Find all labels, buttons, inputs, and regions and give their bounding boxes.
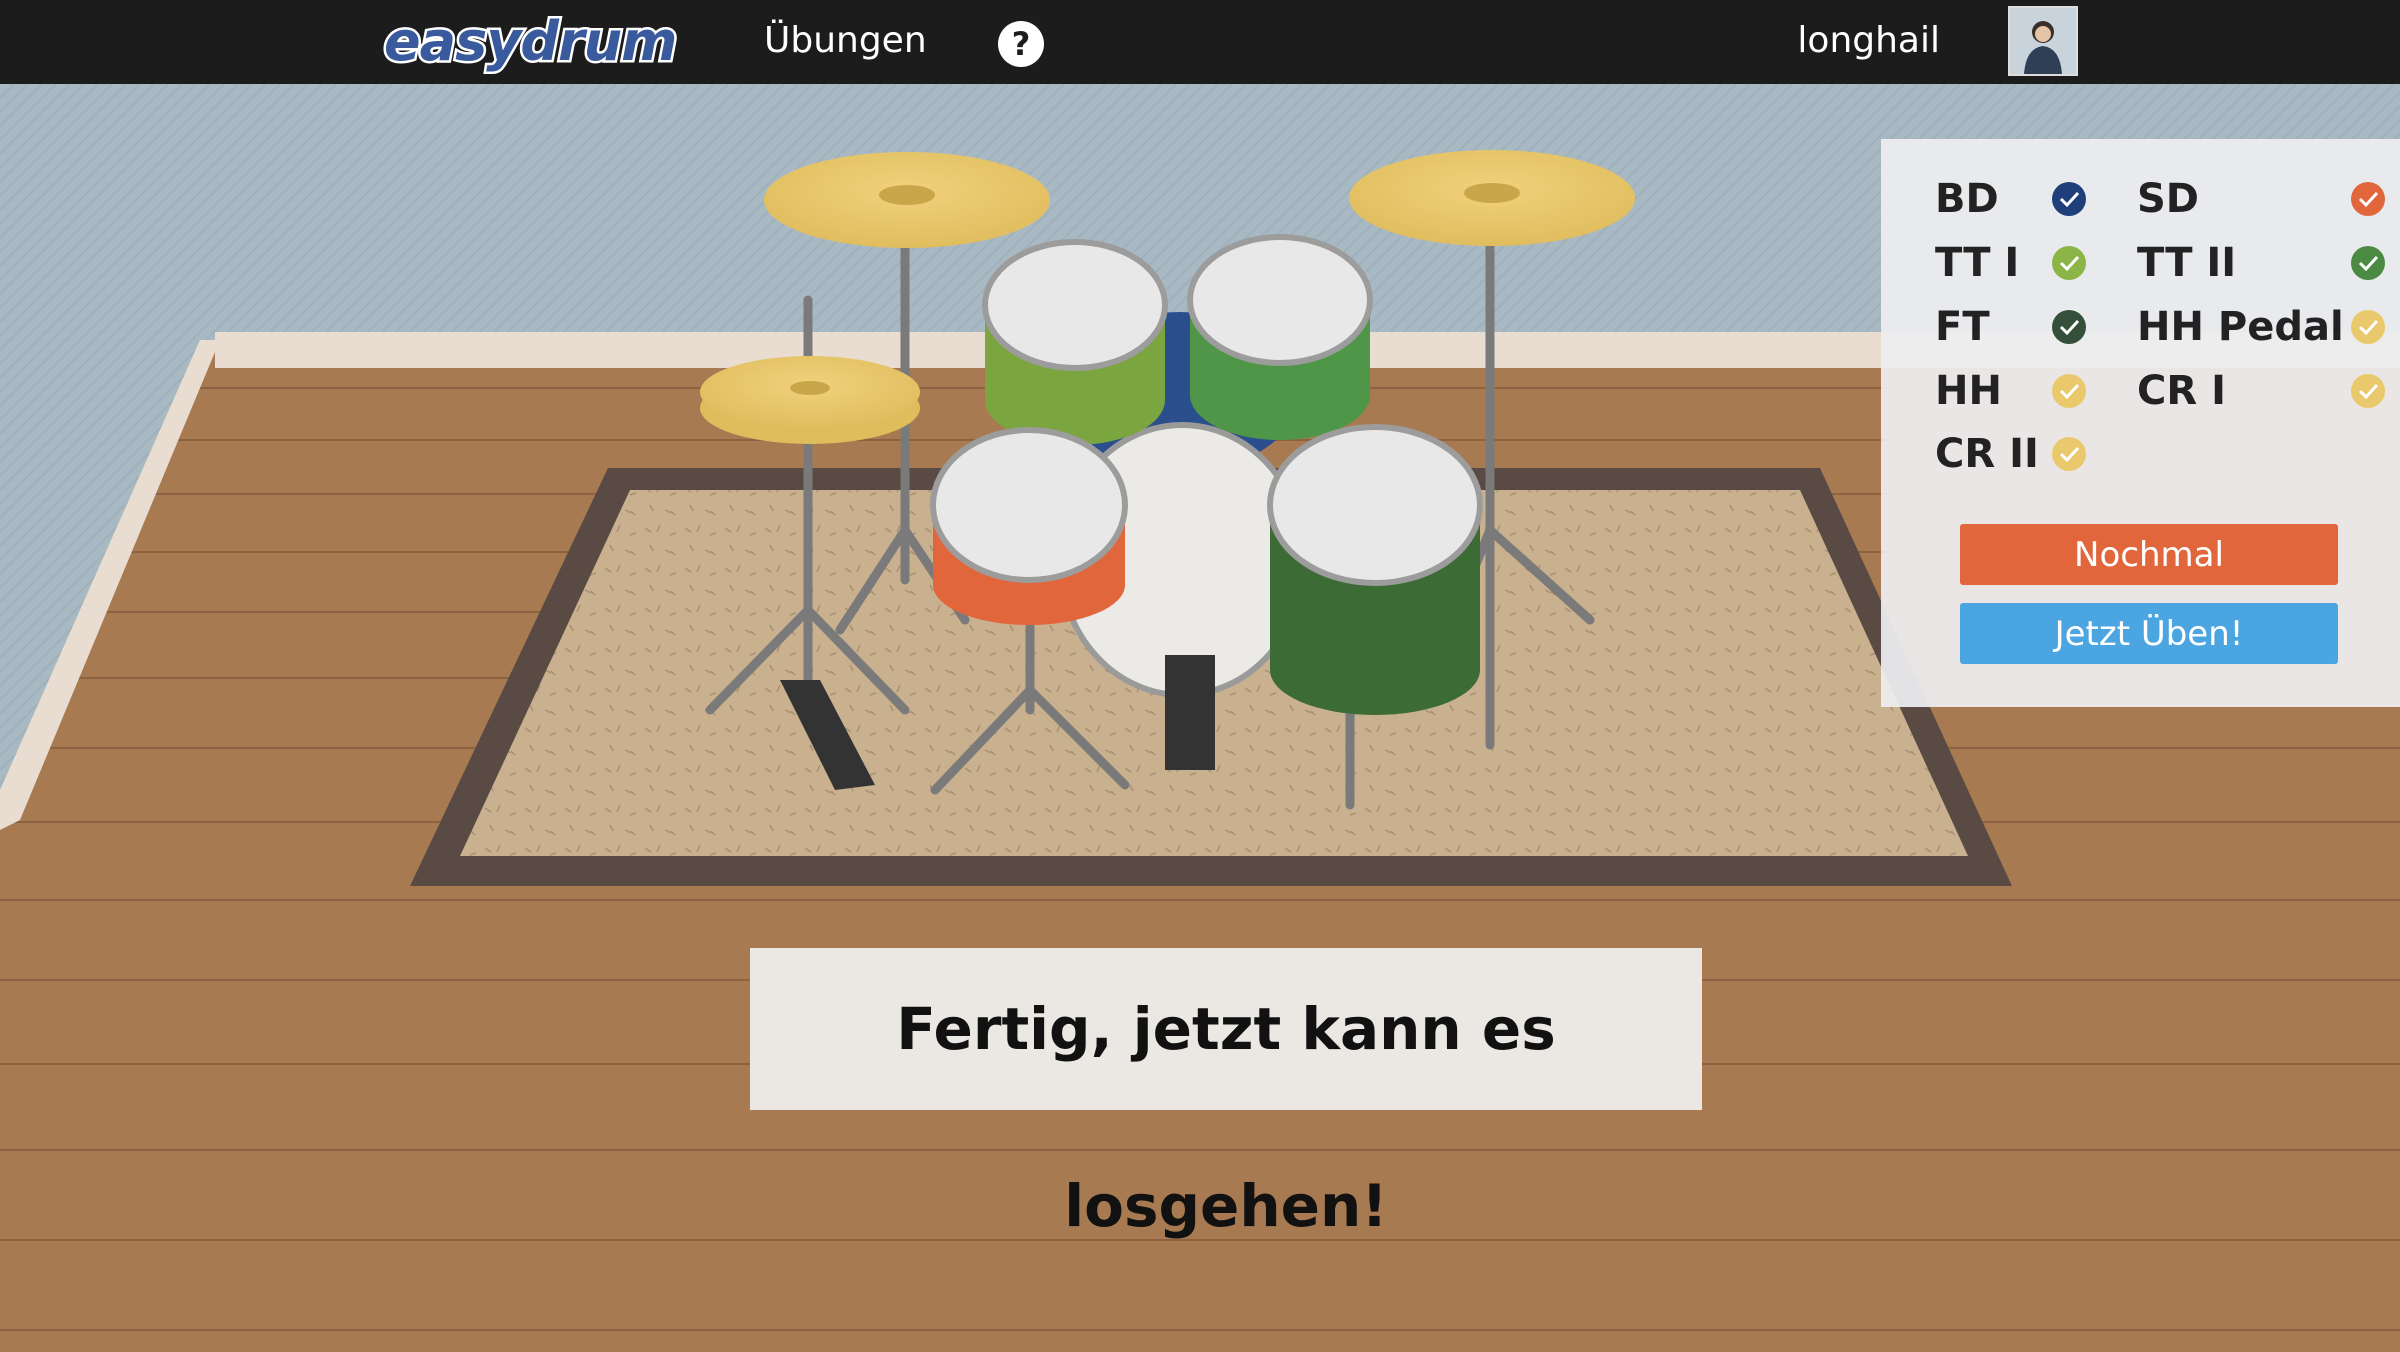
status-label: TT I <box>1935 240 2020 286</box>
check-icon <box>2351 374 2385 408</box>
status-item-tt1: TT I <box>1935 235 2135 291</box>
check-icon <box>2052 437 2086 471</box>
status-label: HH <box>1935 368 2002 414</box>
help-button[interactable]: ? <box>998 21 1044 67</box>
avatar-image <box>2010 8 2076 74</box>
status-label: TT II <box>2137 240 2237 286</box>
jetzt-ueben-button[interactable]: Jetzt Üben! <box>1960 603 2338 664</box>
easydrum-logo[interactable]: easydrum <box>381 6 679 78</box>
check-icon <box>2052 374 2086 408</box>
nochmal-button[interactable]: Nochmal <box>1960 524 2338 585</box>
status-label: FT <box>1935 304 1990 350</box>
status-item-hh: HH <box>1935 363 2135 419</box>
username-link[interactable]: longhail <box>1797 20 1940 61</box>
check-icon <box>2351 246 2385 280</box>
status-item-sd: SD <box>2137 171 2387 227</box>
status-label: CR II <box>1935 431 2039 477</box>
bass-drum-pedal <box>1165 655 1215 770</box>
check-icon <box>2052 182 2086 216</box>
status-item-bd: BD <box>1935 171 2135 227</box>
check-icon <box>2351 310 2385 344</box>
status-label: BD <box>1935 176 1999 222</box>
status-item-ft: FT <box>1935 299 2135 355</box>
status-item-cr2: CR II <box>1935 426 2135 482</box>
status-item-cr1: CR I <box>2137 363 2387 419</box>
status-item-tt2: TT II <box>2137 235 2387 291</box>
check-icon <box>2052 246 2086 280</box>
status-label: HH Pedal <box>2137 304 2344 350</box>
nav-exercises-link[interactable]: Übungen <box>764 20 927 61</box>
status-label: CR I <box>2137 368 2226 414</box>
top-navigation-bar: easydrum Übungen ? longhail <box>0 0 2400 84</box>
status-label: SD <box>2137 176 2200 222</box>
status-item-hh-pedal: HH Pedal <box>2137 299 2387 355</box>
avatar[interactable] <box>2008 6 2078 76</box>
check-icon <box>2351 182 2385 216</box>
check-icon <box>2052 310 2086 344</box>
message-box: Fertig, jetzt kann es losgehen! <box>750 948 1702 1240</box>
